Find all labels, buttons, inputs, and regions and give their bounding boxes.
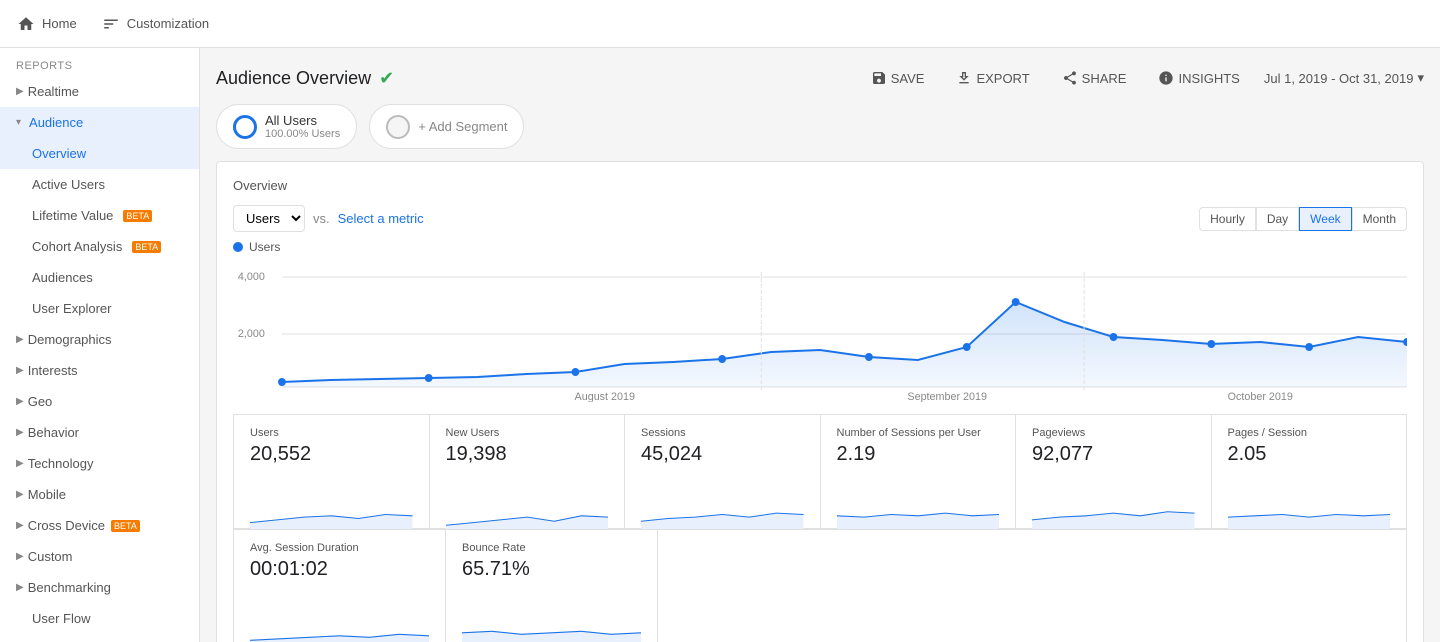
sidebar-item-interests[interactable]: ▶ Interests	[0, 355, 199, 386]
month-button[interactable]: Month	[1352, 207, 1407, 231]
stat-sessions-per-user: Number of Sessions per User 2.19	[820, 414, 1016, 529]
day-button[interactable]: Day	[1256, 207, 1299, 231]
week-button[interactable]: Week	[1299, 207, 1351, 231]
reports-section-label: REPORTS	[0, 48, 199, 76]
nav-home[interactable]: Home	[16, 14, 77, 34]
sidebar-item-lifetime-value[interactable]: Lifetime Value BETA	[0, 200, 199, 231]
add-segment-button[interactable]: + Add Segment	[369, 104, 524, 149]
svg-text:2,000: 2,000	[238, 328, 265, 340]
chevron-right-icon-mobile: ▶	[16, 489, 24, 500]
hourly-button[interactable]: Hourly	[1199, 207, 1256, 231]
header-actions: SAVE EXPORT SHARE INSIGHTS Jul 1, 2019 -…	[863, 64, 1424, 92]
main-chart: 4,000 2,000	[233, 262, 1407, 402]
chart-legend: Users	[233, 240, 1407, 254]
chevron-right-icon-geo: ▶	[16, 396, 24, 407]
share-button[interactable]: SHARE	[1054, 64, 1135, 92]
svg-text:October 2019: October 2019	[1228, 391, 1293, 402]
overview-tab-label: Overview	[233, 178, 1407, 193]
beta-badge-cross: BETA	[111, 520, 140, 532]
chevron-right-icon-tech: ▶	[16, 458, 24, 469]
stats-row-2: Avg. Session Duration 00:01:02 Bounce Ra…	[233, 529, 1407, 642]
segment-circle-icon	[233, 115, 257, 139]
overview-card: Overview Users vs. Select a metric Hourl…	[216, 161, 1424, 642]
chevron-right-icon-interests: ▶	[16, 365, 24, 376]
main-content: Audience Overview ✔ SAVE EXPORT SHARE	[200, 48, 1440, 642]
chart-controls: Users vs. Select a metric Hourly Day Wee…	[233, 205, 1407, 232]
chevron-down-icon-date: ▾	[1417, 70, 1424, 86]
stats-row: Users 20,552 New Users 19,398 Sessions 4…	[233, 414, 1407, 529]
sidebar-item-custom[interactable]: ▶ Custom	[0, 541, 199, 572]
sidebar-item-audiences[interactable]: Audiences	[0, 262, 199, 293]
sidebar-item-behavior[interactable]: ▶ Behavior	[0, 417, 199, 448]
sidebar-item-overview[interactable]: Overview	[0, 138, 199, 169]
stat-bounce-rate: Bounce Rate 65.71%	[445, 529, 657, 642]
chevron-down-icon: ▾	[16, 117, 21, 128]
metric-dropdown[interactable]: Users	[233, 205, 305, 232]
svg-text:August 2019: August 2019	[575, 391, 635, 402]
segment-all-users[interactable]: All Users 100.00% Users	[216, 104, 357, 149]
sidebar-item-cohort-analysis[interactable]: Cohort Analysis BETA	[0, 231, 199, 262]
stat-empty-1	[657, 529, 1407, 642]
sidebar-item-realtime[interactable]: ▶ Realtime	[0, 76, 199, 107]
export-button[interactable]: EXPORT	[948, 64, 1037, 92]
stat-new-users: New Users 19,398	[429, 414, 625, 529]
insights-button[interactable]: INSIGHTS	[1150, 64, 1247, 92]
chevron-right-icon-cross: ▶	[16, 520, 24, 531]
sidebar: REPORTS ▶ Realtime ▾ Audience Overview A…	[0, 48, 200, 642]
content-header: Audience Overview ✔ SAVE EXPORT SHARE	[216, 64, 1424, 92]
select-metric-link[interactable]: Select a metric	[338, 211, 424, 226]
stat-pages-per-session: Pages / Session 2.05	[1211, 414, 1408, 529]
nav-customization[interactable]: Customization	[101, 14, 209, 34]
add-segment-circle-icon	[386, 115, 410, 139]
stat-pageviews: Pageviews 92,077	[1015, 414, 1211, 529]
metric-selector: Users vs. Select a metric	[233, 205, 424, 232]
sidebar-item-user-explorer[interactable]: User Explorer	[0, 293, 199, 324]
users-legend-label: Users	[249, 240, 280, 254]
top-navigation: Home Customization	[0, 0, 1440, 48]
sidebar-collapse-button[interactable]	[0, 634, 199, 642]
sidebar-item-demographics[interactable]: ▶ Demographics	[0, 324, 199, 355]
chart-svg: 4,000 2,000	[233, 262, 1407, 402]
vs-text: vs.	[313, 211, 330, 226]
sidebar-item-technology[interactable]: ▶ Technology	[0, 448, 199, 479]
chevron-right-icon-bench: ▶	[16, 582, 24, 593]
chevron-right-icon-demo: ▶	[16, 334, 24, 345]
sidebar-item-active-users[interactable]: Active Users	[0, 169, 199, 200]
beta-badge: BETA	[123, 210, 152, 222]
svg-text:4,000: 4,000	[238, 271, 265, 283]
sidebar-item-benchmarking[interactable]: ▶ Benchmarking	[0, 572, 199, 603]
time-period-buttons: Hourly Day Week Month	[1199, 207, 1407, 231]
chevron-right-icon-behavior: ▶	[16, 427, 24, 438]
svg-text:September 2019: September 2019	[907, 391, 987, 402]
customization-icon	[101, 14, 121, 34]
save-button[interactable]: SAVE	[863, 64, 933, 92]
segment-bar: All Users 100.00% Users + Add Segment	[216, 104, 1424, 149]
sidebar-item-mobile[interactable]: ▶ Mobile	[0, 479, 199, 510]
stat-users: Users 20,552	[233, 414, 429, 529]
sidebar-item-user-flow[interactable]: User Flow	[0, 603, 199, 634]
stat-avg-session-duration: Avg. Session Duration 00:01:02	[233, 529, 445, 642]
chevron-right-icon-custom: ▶	[16, 551, 24, 562]
date-range-picker[interactable]: Jul 1, 2019 - Oct 31, 2019 ▾	[1264, 70, 1424, 86]
users-legend-dot	[233, 242, 243, 252]
check-icon: ✔	[379, 68, 394, 89]
chevron-right-icon: ▶	[16, 86, 24, 97]
sidebar-item-cross-device[interactable]: ▶ Cross Device BETA	[0, 510, 199, 541]
main-layout: REPORTS ▶ Realtime ▾ Audience Overview A…	[0, 48, 1440, 642]
stat-sessions: Sessions 45,024	[624, 414, 820, 529]
sidebar-item-geo[interactable]: ▶ Geo	[0, 386, 199, 417]
beta-badge-cohort: BETA	[132, 241, 161, 253]
page-title: Audience Overview ✔	[216, 68, 394, 89]
home-icon	[16, 14, 36, 34]
sidebar-item-audience[interactable]: ▾ Audience	[0, 107, 199, 138]
